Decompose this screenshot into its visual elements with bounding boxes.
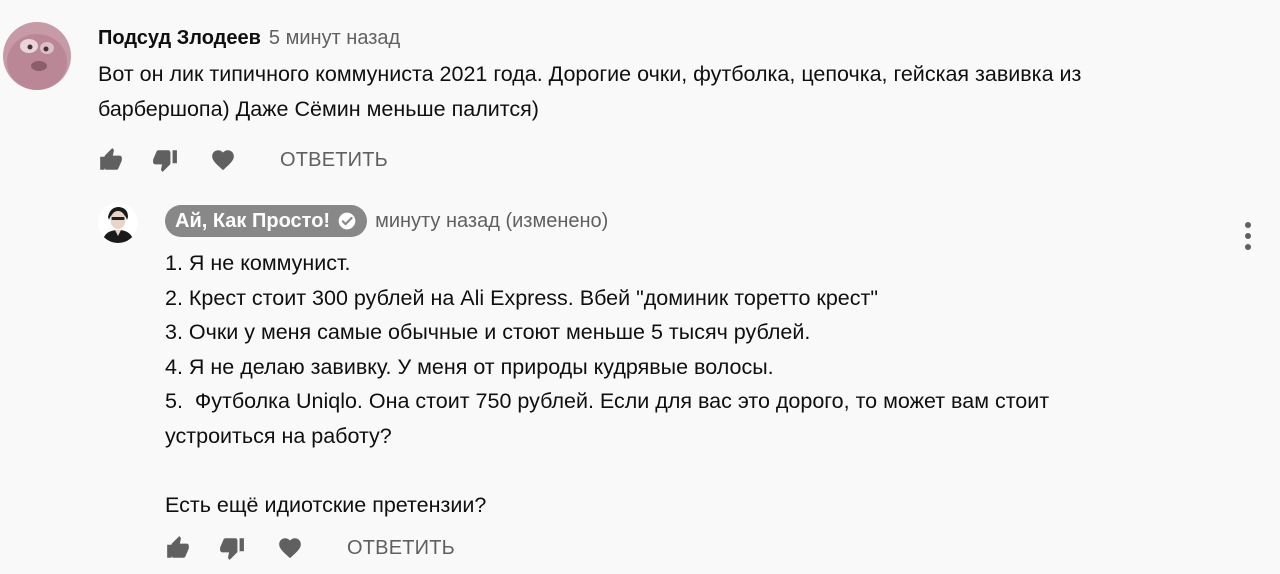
thumb-down-icon[interactable] <box>152 147 178 173</box>
author-name[interactable]: Подсуд Злодеев <box>98 27 261 50</box>
more-vert-icon[interactable] <box>1240 222 1256 256</box>
heart-icon[interactable] <box>277 535 303 561</box>
comment-header: Подсуд Злодеев 5 минут назад <box>98 24 400 52</box>
avatar[interactable] <box>3 22 71 90</box>
comment-text: 1. Я не коммунист. 2. Крест стоит 300 ру… <box>165 251 1050 517</box>
verified-check-icon <box>338 212 356 230</box>
reply-button[interactable]: ОТВЕТИТЬ <box>280 149 388 172</box>
thumb-up-icon[interactable] <box>98 147 124 173</box>
comment-timestamp[interactable]: минуту назад (изменено) <box>375 210 608 233</box>
reply-button[interactable]: ОТВЕТИТЬ <box>347 537 455 560</box>
comment-actions: ОТВЕТИТЬ <box>98 144 388 176</box>
comment-timestamp[interactable]: 5 минут назад <box>269 27 400 50</box>
comment-text: Вот он лик типичного коммуниста 2021 год… <box>98 62 1082 121</box>
comment-actions: ОТВЕТИТЬ <box>165 532 455 564</box>
author-name: Ай, Как Просто! <box>175 209 331 232</box>
heart-icon[interactable] <box>210 147 236 173</box>
author-badge[interactable]: Ай, Как Просто! <box>165 205 368 237</box>
thumb-down-icon[interactable] <box>219 535 245 561</box>
comment-header: Ай, Как Просто! минуту назад (изменено) <box>165 204 608 238</box>
thumb-up-icon[interactable] <box>165 535 191 561</box>
avatar[interactable] <box>98 203 138 243</box>
